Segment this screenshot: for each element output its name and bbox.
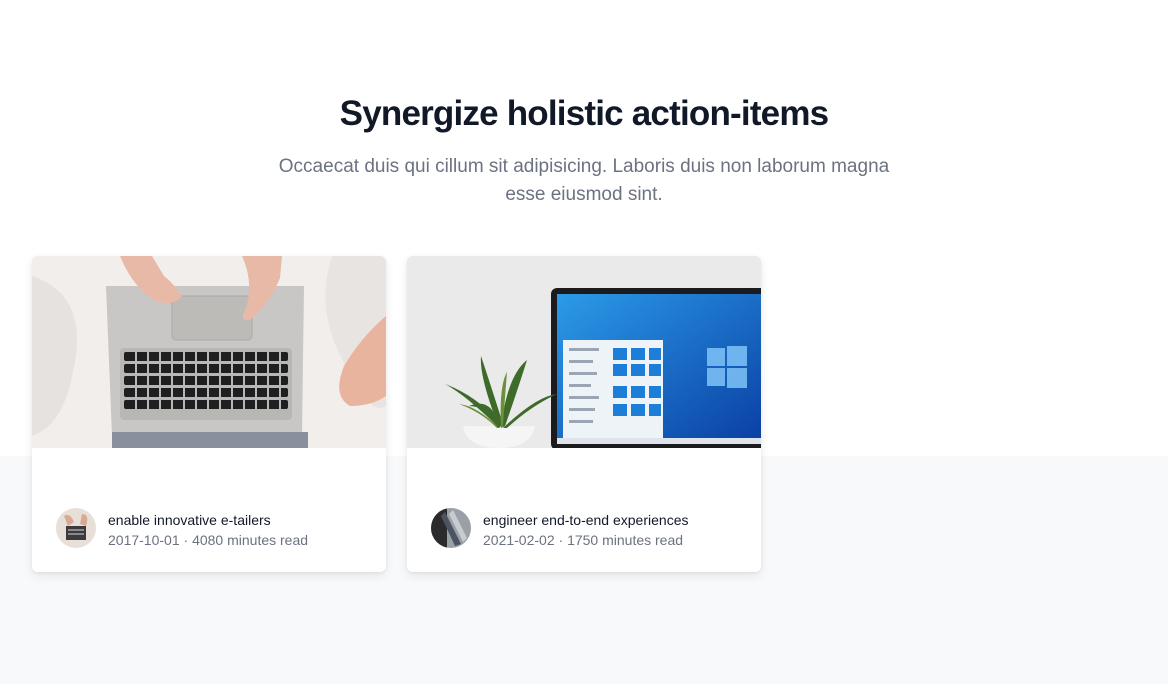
avatar-image bbox=[56, 508, 96, 548]
card-title[interactable]: enable innovative e-tailers bbox=[108, 510, 378, 530]
card-date-readtime: 2021-02-02 · 1750 minutes read bbox=[483, 530, 753, 550]
card-image-laptop-on-bed[interactable] bbox=[32, 256, 386, 448]
blog-card[interactable]: enable innovative e-tailers 2017-10-01 ·… bbox=[32, 256, 386, 572]
author-avatar[interactable] bbox=[56, 508, 96, 548]
windows-laptop-photo-illustration bbox=[407, 256, 761, 448]
meta-separator: · bbox=[558, 532, 564, 548]
meta-separator: · bbox=[183, 532, 189, 548]
card-date: 2021-02-02 bbox=[483, 532, 555, 548]
card-read-time: 4080 minutes read bbox=[192, 532, 309, 548]
card-body: engineer end-to-end experiences 2021-02-… bbox=[407, 448, 761, 572]
card-meta: engineer end-to-end experiences 2021-02-… bbox=[483, 510, 753, 550]
section-title: Synergize holistic action-items bbox=[339, 94, 829, 133]
blog-card[interactable]: engineer end-to-end experiences 2021-02-… bbox=[407, 256, 761, 572]
section-subtitle: Occaecat duis qui cillum sit adipisicing… bbox=[278, 156, 890, 205]
card-body: enable innovative e-tailers 2017-10-01 ·… bbox=[32, 448, 386, 572]
card-date-readtime: 2017-10-01 · 4080 minutes read bbox=[108, 530, 378, 550]
laptop-photo-illustration bbox=[32, 256, 386, 448]
card-read-time: 1750 minutes read bbox=[567, 532, 684, 548]
card-image-laptop-with-plant[interactable] bbox=[407, 256, 761, 448]
author-avatar[interactable] bbox=[431, 508, 471, 548]
card-date: 2017-10-01 bbox=[108, 532, 180, 548]
card-title[interactable]: engineer end-to-end experiences bbox=[483, 510, 753, 530]
card-meta: enable innovative e-tailers 2017-10-01 ·… bbox=[108, 510, 378, 550]
page: Synergize holistic action-items Occaecat… bbox=[0, 0, 1168, 684]
avatar-image bbox=[431, 508, 471, 548]
